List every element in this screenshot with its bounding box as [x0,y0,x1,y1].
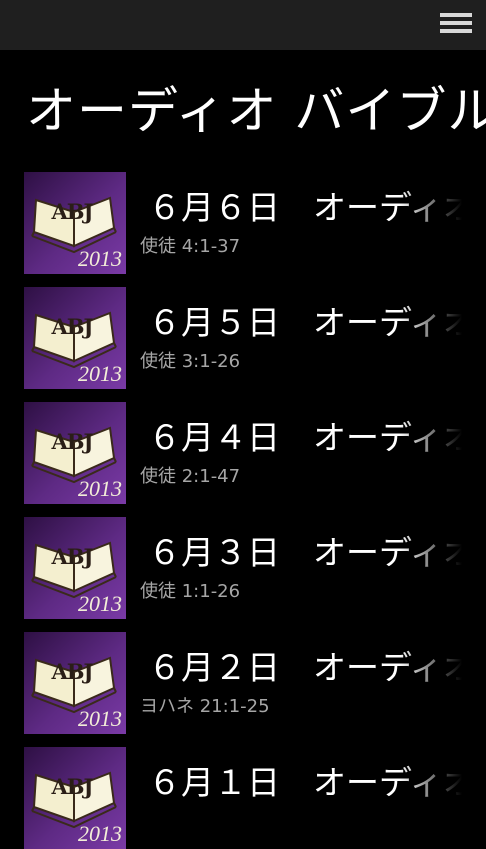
thumbnail-year: 2013 [78,361,122,386]
thumbnail-year: 2013 [78,821,122,846]
item-subtitle: 使徒 2:1-47 [140,466,241,487]
item-title: ６月１日 オーディオ [148,763,462,802]
list-item[interactable]: ABJ 2013 ６月６日 オーディオ 使徒 4:1-37 [24,172,486,274]
thumbnail-year: 2013 [78,591,122,616]
item-title: ６月２日 オーディオ [148,648,462,687]
list-item[interactable]: ABJ 2013 ６月１日 オーディオ [24,747,486,849]
item-subtitle: 使徒 1:1-26 [140,581,241,602]
thumbnail-year: 2013 [78,706,122,731]
bible-book-thumbnail: ABJ 2013 [24,402,126,504]
thumbnail-abbr: ABJ [51,774,94,799]
thumbnail-year: 2013 [78,246,122,271]
item-title: ６月３日 オーディオ [148,533,462,572]
thumbnail-abbr: ABJ [51,199,94,224]
thumbnail-abbr: ABJ [51,314,94,339]
item-title: ６月４日 オーディオ [148,418,462,457]
list-item[interactable]: ABJ 2013 ６月３日 オーディオ 使徒 1:1-26 [24,517,486,619]
item-subtitle: ヨハネ 21:1-25 [140,696,270,717]
hamburger-menu-icon[interactable] [440,13,472,37]
bible-book-thumbnail: ABJ 2013 [24,632,126,734]
page-title: オーディオ バイブル [26,82,486,140]
thumbnail-abbr: ABJ [51,429,94,454]
list-item[interactable]: ABJ 2013 ６月５日 オーディオ 使徒 3:1-26 [24,287,486,389]
list-item[interactable]: ABJ 2013 ６月４日 オーディオ 使徒 2:1-47 [24,402,486,504]
thumbnail-abbr: ABJ [51,544,94,569]
bible-book-thumbnail: ABJ 2013 [24,747,126,849]
thumbnail-abbr: ABJ [51,659,94,684]
item-subtitle: 使徒 3:1-26 [140,351,241,372]
thumbnail-year: 2013 [78,476,122,501]
bible-book-thumbnail: ABJ 2013 [24,172,126,274]
bible-book-thumbnail: ABJ 2013 [24,287,126,389]
list-item[interactable]: ABJ 2013 ６月２日 オーディオ ヨハネ 21:1-25 [24,632,486,734]
item-subtitle: 使徒 4:1-37 [140,236,241,257]
item-title: ６月６日 オーディオ [148,188,462,227]
app-bar [0,0,486,50]
item-title: ６月５日 オーディオ [148,303,462,342]
bible-book-thumbnail: ABJ 2013 [24,517,126,619]
